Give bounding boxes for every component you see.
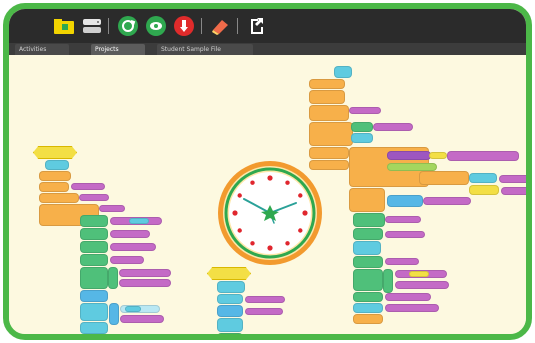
code-block[interactable] — [45, 160, 69, 170]
code-block[interactable] — [419, 171, 469, 185]
run-icon[interactable] — [117, 15, 139, 37]
code-block[interactable] — [39, 171, 71, 181]
export-icon[interactable] — [245, 15, 267, 37]
tab-projects[interactable]: Projects — [91, 44, 145, 55]
code-block[interactable] — [80, 228, 108, 240]
tab-label: Projects — [95, 46, 119, 53]
tab-label: Activities — [19, 46, 47, 53]
tab-student-sample-file[interactable]: Student Sample File — [157, 44, 253, 55]
code-block[interactable] — [353, 269, 383, 291]
code-block[interactable] — [80, 267, 108, 289]
code-block[interactable] — [309, 122, 353, 146]
value-block[interactable] — [423, 197, 471, 205]
code-block[interactable] — [353, 303, 383, 313]
code-block[interactable] — [80, 215, 108, 227]
code-block[interactable] — [353, 256, 383, 268]
block-canvas[interactable] — [9, 55, 526, 334]
code-block[interactable] — [309, 105, 349, 121]
code-block[interactable] — [469, 185, 499, 195]
view-icon[interactable] — [145, 15, 167, 37]
value-block[interactable] — [385, 304, 439, 312]
value-block[interactable] — [429, 152, 447, 159]
code-block[interactable] — [351, 133, 373, 143]
code-block[interactable] — [80, 322, 108, 334]
value-block[interactable] — [119, 279, 171, 287]
code-block[interactable] — [353, 241, 381, 255]
value-block[interactable] — [110, 243, 156, 251]
stop-icon[interactable] — [173, 15, 195, 37]
value-block[interactable] — [125, 306, 141, 312]
code-block[interactable] — [309, 147, 349, 159]
app-window: Activities Projects Student Sample File — [3, 3, 532, 340]
toolbar-separator — [201, 18, 202, 34]
value-block[interactable] — [385, 216, 421, 223]
code-block[interactable] — [80, 241, 108, 253]
code-block[interactable] — [469, 173, 497, 183]
code-block[interactable] — [353, 292, 383, 302]
value-block[interactable] — [110, 256, 144, 264]
value-block[interactable] — [71, 183, 105, 190]
value-block[interactable] — [499, 175, 526, 183]
toolbar-separator — [237, 18, 238, 34]
value-block[interactable] — [385, 293, 431, 301]
clock-sprite[interactable] — [216, 159, 324, 267]
folder-icon[interactable] — [53, 15, 75, 37]
value-block[interactable] — [79, 194, 109, 201]
value-block[interactable] — [110, 230, 150, 238]
code-block[interactable] — [108, 267, 118, 289]
code-block[interactable] — [309, 160, 349, 170]
tab-activities[interactable]: Activities — [15, 44, 69, 55]
value-block[interactable] — [120, 315, 164, 323]
drive-icon[interactable] — [81, 15, 103, 37]
value-block[interactable] — [395, 281, 449, 289]
code-block[interactable] — [309, 79, 345, 89]
event-hat-block[interactable] — [33, 146, 77, 159]
toolbar-separator — [108, 18, 109, 34]
code-block[interactable] — [80, 303, 108, 321]
code-block[interactable] — [353, 228, 383, 240]
code-block[interactable] — [349, 188, 385, 212]
code-block[interactable] — [351, 122, 373, 132]
code-block[interactable] — [217, 333, 243, 334]
toolbar — [9, 9, 526, 43]
value-block[interactable] — [385, 258, 419, 265]
value-block[interactable] — [387, 151, 431, 160]
value-block[interactable] — [99, 205, 125, 212]
code-block[interactable] — [80, 254, 108, 266]
code-block[interactable] — [109, 303, 119, 325]
value-block[interactable] — [501, 187, 526, 195]
eraser-icon[interactable] — [209, 15, 231, 37]
code-block[interactable] — [309, 90, 345, 104]
value-block[interactable] — [409, 271, 429, 277]
value-block[interactable] — [387, 163, 437, 171]
value-block[interactable] — [385, 231, 425, 238]
value-block[interactable] — [447, 151, 519, 161]
clock-face — [218, 161, 322, 265]
code-block[interactable] — [383, 269, 393, 293]
event-hat-block[interactable] — [207, 267, 251, 280]
tab-bar: Activities Projects Student Sample File — [9, 43, 526, 55]
code-block[interactable] — [39, 193, 79, 203]
code-block[interactable] — [353, 314, 383, 324]
tab-label: Student Sample File — [161, 46, 221, 53]
code-block[interactable] — [387, 195, 423, 207]
value-block[interactable] — [373, 123, 413, 131]
value-block[interactable] — [245, 296, 285, 303]
code-block[interactable] — [217, 281, 245, 293]
code-block[interactable] — [80, 290, 108, 302]
code-block[interactable] — [353, 213, 385, 227]
code-block[interactable] — [217, 294, 243, 304]
code-block[interactable] — [334, 66, 352, 78]
code-block[interactable] — [217, 318, 243, 332]
code-block[interactable] — [217, 305, 243, 317]
value-block[interactable] — [119, 269, 171, 277]
value-block[interactable] — [349, 107, 381, 114]
value-block[interactable] — [129, 218, 149, 224]
value-block[interactable] — [245, 308, 283, 315]
code-block[interactable] — [39, 182, 69, 192]
